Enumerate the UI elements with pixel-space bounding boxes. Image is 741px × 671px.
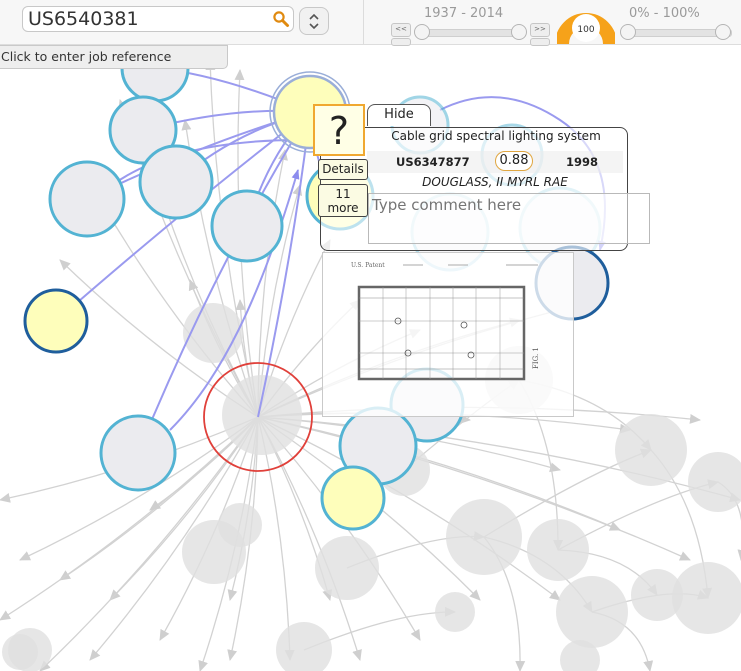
year-step-forward-lower-button[interactable] — [530, 38, 550, 46]
patent-drawing-image: U.S. Patent FIG. 1 — [351, 262, 540, 381]
patent-author: DOUGLASS, II MYRL RAE — [422, 175, 568, 189]
search-box — [22, 6, 294, 32]
search-icon[interactable] — [272, 10, 290, 28]
toolbar: 1937 - 2014 << >> 100 0% - 100% — [0, 0, 741, 46]
graph-node[interactable] — [446, 499, 522, 575]
score-gauge-value: 100 — [577, 25, 594, 35]
year-step-back-button[interactable]: << — [391, 23, 411, 37]
year-slider-high-handle[interactable] — [511, 24, 527, 40]
unknown-relevance-button[interactable]: ? — [313, 104, 365, 156]
graph-node[interactable] — [183, 303, 243, 363]
percent-slider-high-handle[interactable] — [715, 24, 731, 40]
graph-node[interactable] — [276, 622, 332, 671]
score-gauge[interactable]: 100 — [557, 0, 615, 44]
patent-number[interactable]: US6347877 — [396, 155, 470, 169]
year-slider-low-handle[interactable] — [414, 24, 430, 40]
year-step-forward-button[interactable]: >> — [530, 23, 550, 37]
patent-node[interactable] — [138, 144, 214, 220]
hide-popup-button[interactable]: Hide — [367, 104, 431, 126]
percent-range-label: 0% - 100% — [629, 6, 700, 21]
patent-node[interactable] — [23, 288, 89, 354]
graph-node[interactable] — [435, 592, 475, 632]
chevron-up-down-icon — [309, 13, 319, 30]
graph-node[interactable] — [688, 452, 741, 512]
comment-input[interactable] — [368, 193, 650, 244]
more-results-button[interactable]: 11 more — [318, 184, 368, 217]
toolbar-divider — [363, 0, 364, 44]
patent-node[interactable] — [99, 414, 177, 492]
graph-node[interactable] — [315, 536, 379, 600]
patent-search-input[interactable] — [23, 7, 275, 31]
graph-node[interactable] — [672, 562, 741, 634]
patent-figure-label: FIG. 1 — [532, 347, 540, 369]
search-mode-toggle-button[interactable] — [299, 7, 329, 35]
graph-node[interactable] — [222, 375, 302, 455]
patent-year: 1998 — [566, 155, 599, 169]
patent-node[interactable] — [210, 189, 284, 263]
patent-node[interactable] — [320, 465, 386, 531]
details-button[interactable]: Details — [318, 159, 368, 180]
patent-title: Cable grid spectral lighting system — [391, 129, 601, 143]
graph-node[interactable] — [182, 520, 246, 584]
graph-node[interactable] — [8, 628, 52, 671]
patent-node[interactable] — [48, 160, 126, 238]
patent-image-header: U.S. Patent — [351, 262, 385, 269]
patent-drawing-thumbnail[interactable]: U.S. Patent FIG. 1 — [322, 252, 574, 417]
percent-slider-low-handle[interactable] — [620, 24, 636, 40]
job-reference-field[interactable]: Click to enter job reference — [0, 45, 228, 69]
graph-node[interactable] — [527, 519, 589, 581]
similarity-score-badge: 0.88 — [495, 151, 533, 171]
year-range-label: 1937 - 2014 — [424, 6, 504, 21]
graph-node[interactable] — [615, 414, 687, 486]
year-step-back-lower-button[interactable] — [391, 38, 411, 46]
graph-node[interactable] — [556, 576, 628, 648]
